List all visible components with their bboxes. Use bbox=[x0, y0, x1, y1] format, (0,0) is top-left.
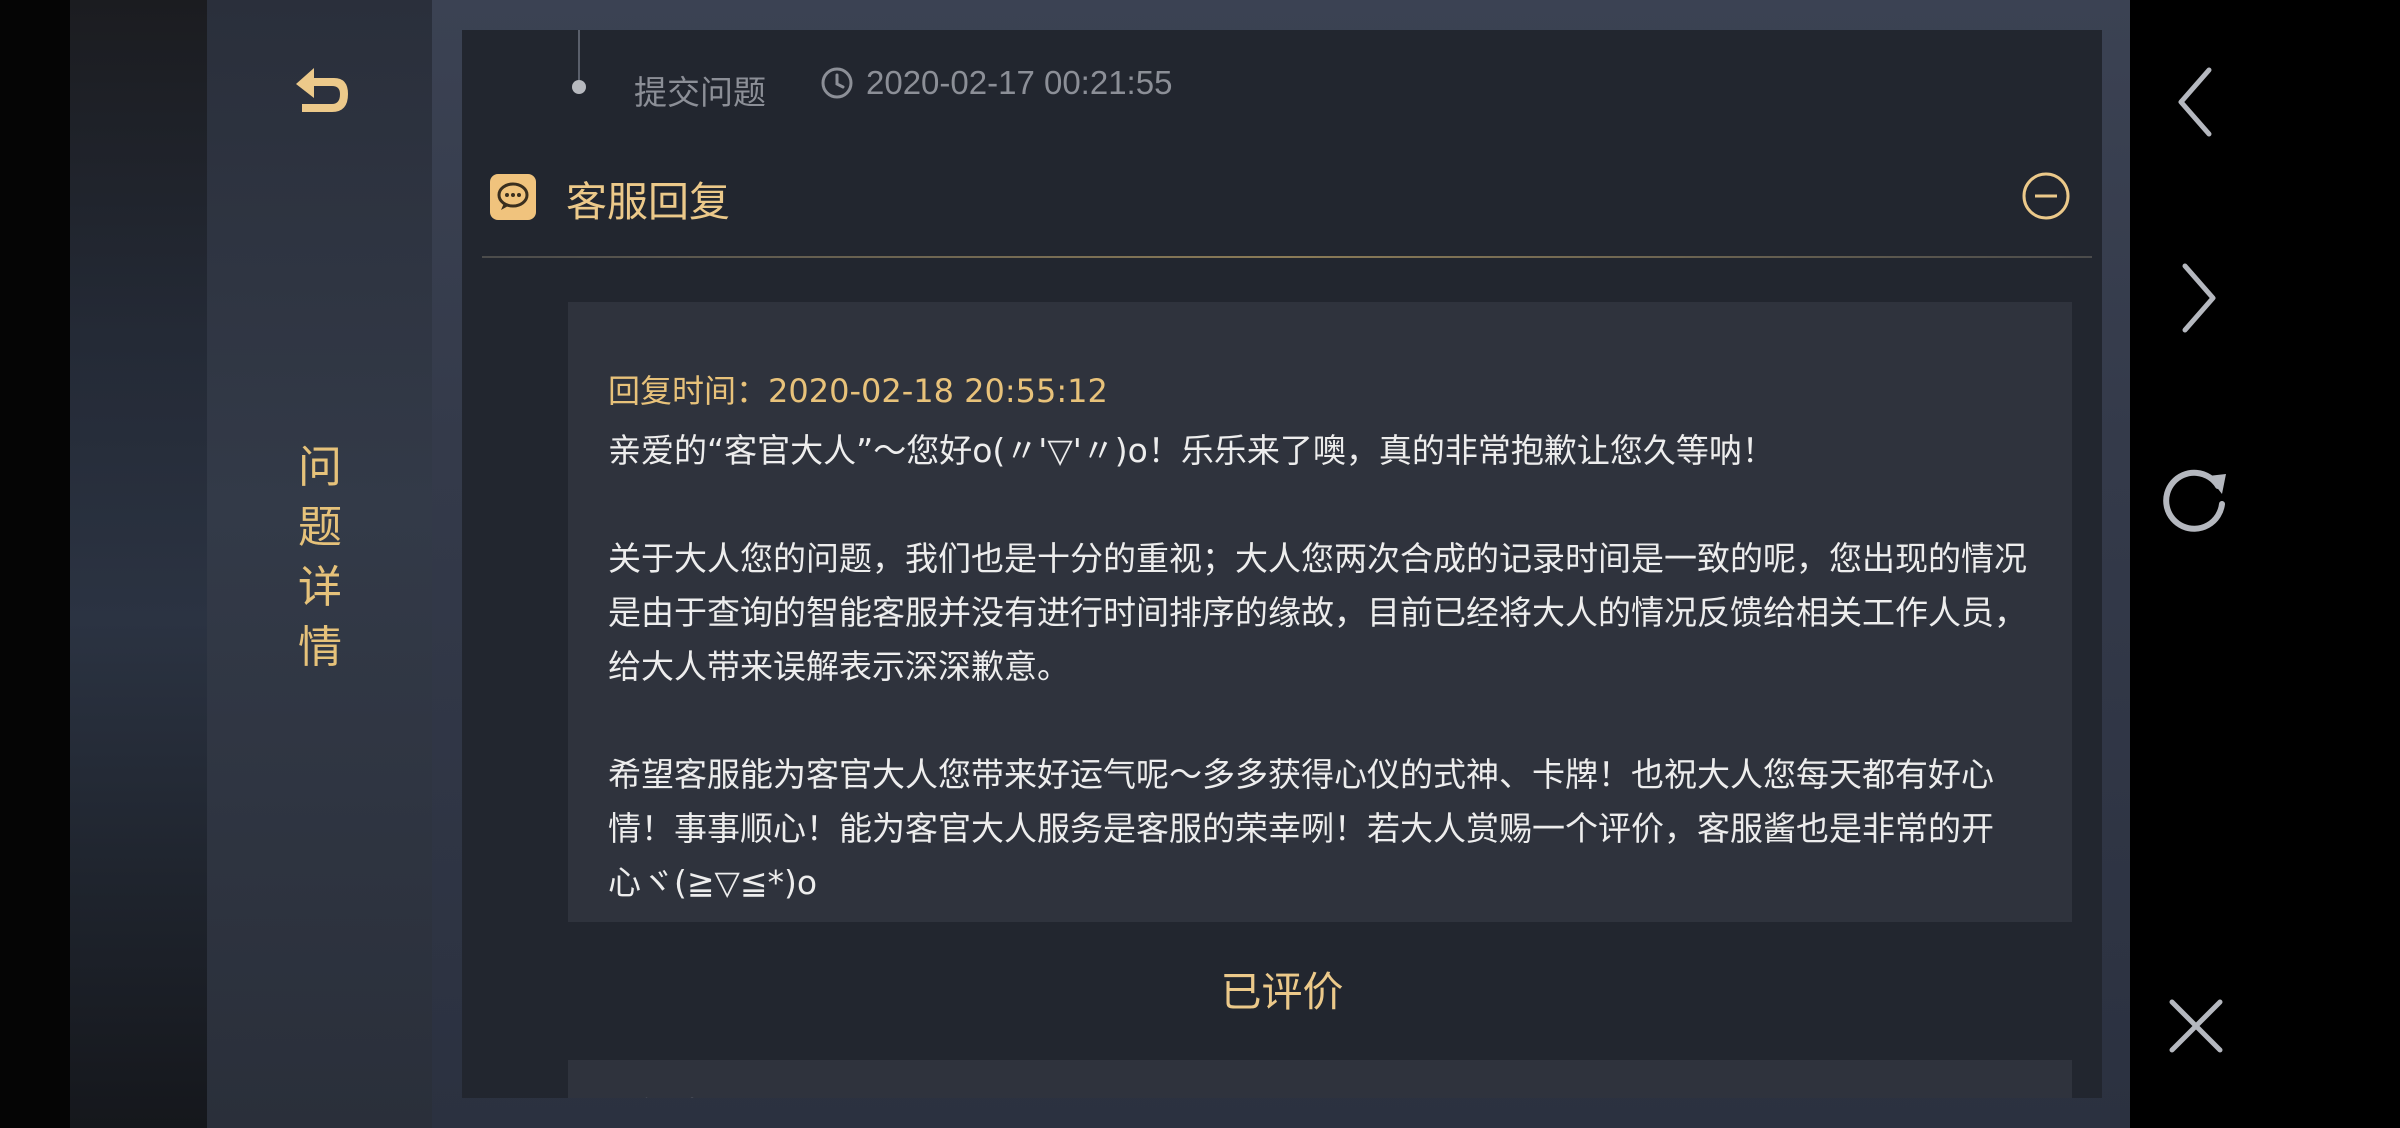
rated-status: 已评价 bbox=[1220, 968, 1344, 1016]
page-title: 问 题 详 情 bbox=[298, 442, 342, 673]
next-reply-partial: 回复时间 bbox=[608, 1088, 728, 1098]
reply-body: 亲爱的“客官大人”～您好o(〃'▽'〃)o！乐乐来了噢，真的非常抱歉让您久等呐！… bbox=[608, 424, 2028, 910]
question-detail-panel: 提交问题 2020-02-17 00:21:55 客服回复 回复时间：2020-… bbox=[462, 30, 2102, 1098]
chevron-left-icon bbox=[2178, 67, 2212, 137]
chat-bubble-icon bbox=[490, 174, 536, 220]
back-arrow-icon bbox=[296, 68, 348, 112]
section-title: 客服回复 bbox=[566, 178, 730, 226]
reply-paragraph: 亲爱的“客官大人”～您好o(〃'▽'〃)o！乐乐来了噢，真的非常抱歉让您久等呐！ bbox=[608, 431, 1775, 470]
back-button[interactable] bbox=[285, 55, 357, 127]
refresh-icon bbox=[2163, 469, 2226, 532]
nav-column bbox=[2130, 0, 2400, 1128]
game-backdrop bbox=[0, 0, 207, 1128]
refresh-button[interactable] bbox=[2156, 458, 2236, 538]
close-icon bbox=[2169, 999, 2223, 1053]
close-button[interactable] bbox=[2156, 986, 2236, 1066]
reply-paragraph: 希望客服能为客官大人您带来好运气呢～多多获得心仪的式神、卡牌！也祝大人您每天都有… bbox=[608, 755, 1994, 902]
reply-paragraph: 关于大人您的问题，我们也是十分的重视；大人您两次合成的记录时间是一致的呢，您出现… bbox=[608, 539, 2027, 686]
submit-label: 提交问题 bbox=[634, 73, 766, 112]
next-button[interactable] bbox=[2158, 258, 2238, 338]
reply-box: 回复时间：2020-02-18 20:55:12 亲爱的“客官大人”～您好o(〃… bbox=[568, 302, 2072, 922]
clock-icon bbox=[821, 67, 853, 99]
divider bbox=[482, 256, 2092, 258]
chevron-right-icon bbox=[2182, 263, 2216, 333]
minus-circle-icon[interactable] bbox=[2020, 170, 2072, 222]
timeline-dot bbox=[572, 80, 586, 94]
submit-time: 2020-02-17 00:21:55 bbox=[866, 64, 1173, 101]
timeline-line bbox=[578, 30, 580, 80]
reply-time: 回复时间：2020-02-18 20:55:12 bbox=[608, 372, 1108, 410]
next-reply-box: 回复时间 bbox=[568, 1060, 2072, 1098]
app-window: 问 题 详 情 提交问题 2020-02-17 00:21:55 客服回复 回复… bbox=[0, 0, 2400, 1128]
sidebar: 问 题 详 情 bbox=[207, 0, 433, 1128]
prev-button[interactable] bbox=[2156, 62, 2236, 142]
